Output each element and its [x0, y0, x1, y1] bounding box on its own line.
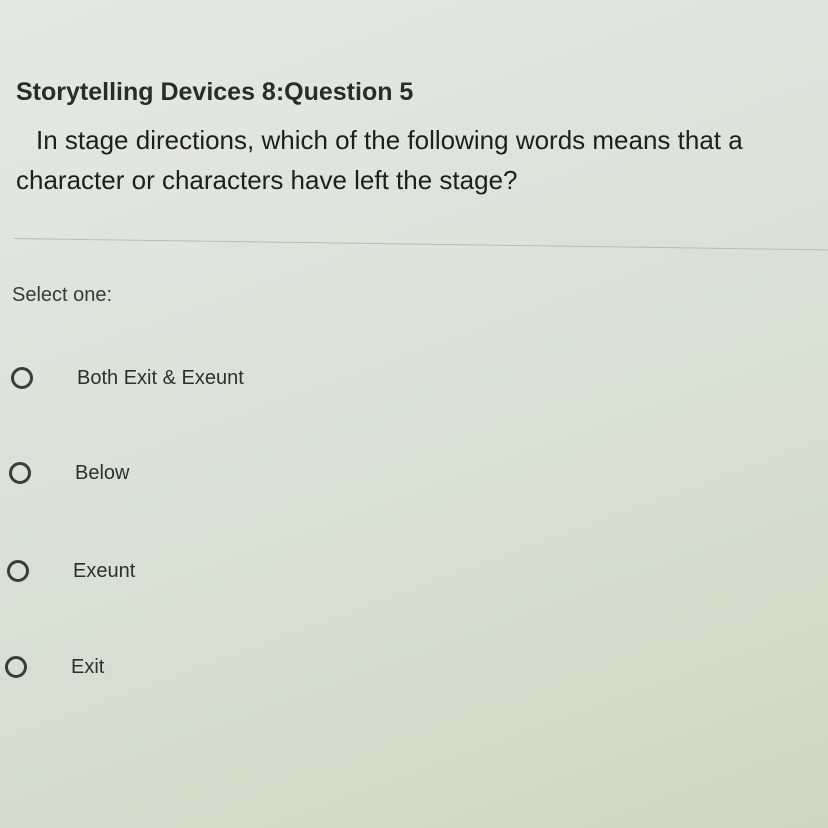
answer-option-below[interactable]: Below	[6, 453, 426, 493]
divider	[13, 238, 828, 251]
quiz-question-panel: Storytelling Devices 8:Question 5 In sta…	[0, 0, 828, 828]
answer-option-exit[interactable]: Exit	[2, 647, 422, 687]
answer-option-label[interactable]: Both Exit & Exeunt	[77, 367, 244, 390]
radio-button-icon[interactable]	[11, 367, 33, 389]
answer-option-both-exit-exeunt[interactable]: Both Exit & Exeunt	[8, 358, 428, 398]
select-one-prompt: Select one:	[12, 284, 113, 306]
answer-option-exeunt[interactable]: Exeunt	[4, 551, 424, 591]
radio-button-icon[interactable]	[5, 656, 27, 678]
answer-option-label[interactable]: Exeunt	[73, 560, 135, 583]
question-text: In stage directions, which of the follow…	[16, 125, 743, 195]
radio-button-icon[interactable]	[9, 462, 31, 484]
radio-button-icon[interactable]	[7, 560, 29, 582]
answer-option-label[interactable]: Below	[75, 462, 129, 485]
answer-option-label[interactable]: Exit	[71, 656, 104, 679]
question-title: Storytelling Devices 8:Question 5	[16, 78, 414, 106]
